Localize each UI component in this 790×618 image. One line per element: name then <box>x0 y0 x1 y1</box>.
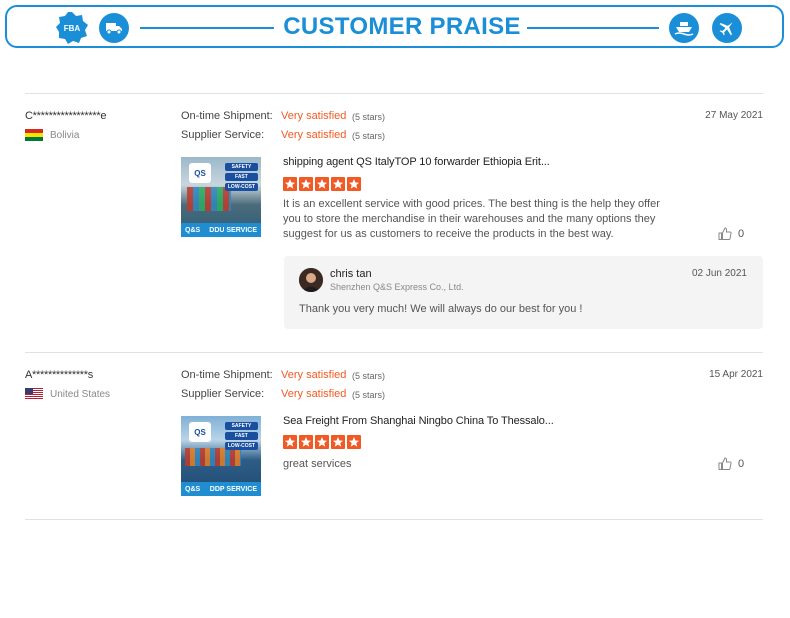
image-tag: LOW-COST <box>224 442 258 450</box>
shipment-value: Very satisfied <box>281 369 347 381</box>
star-rating <box>283 435 361 449</box>
service-label: Supplier Service: <box>181 388 265 400</box>
supplier-reply: chris tan Shenzhen Q&S Express Co., Ltd.… <box>284 256 763 329</box>
star-icon <box>331 435 345 449</box>
banner-left-line <box>140 27 274 29</box>
review-text: It is an excellent service with good pri… <box>283 198 660 240</box>
like-button[interactable]: 0 <box>718 227 744 240</box>
avatar <box>299 268 323 292</box>
qs-logo-icon: QS <box>189 163 211 183</box>
usa-flag-icon <box>25 388 43 400</box>
reviewer-name: C*****************e <box>25 110 107 122</box>
star-icon <box>347 435 361 449</box>
shipment-stars: (5 stars) <box>352 371 386 381</box>
shipment-label: On-time Shipment: <box>181 369 273 381</box>
ship-graphic <box>185 448 241 466</box>
shipment-stars: (5 stars) <box>352 112 386 122</box>
divider <box>25 519 763 520</box>
divider <box>25 93 763 94</box>
like-count: 0 <box>738 227 745 240</box>
product-title-link[interactable]: Sea Freight From Shanghai Ningbo China T… <box>283 415 554 427</box>
image-label-right: DDU SERVICE <box>209 226 257 234</box>
reply-company: Shenzhen Q&S Express Co., Ltd. <box>330 282 464 292</box>
image-label-left: Q&S <box>185 226 201 234</box>
shipment-value: Very satisfied <box>281 110 347 122</box>
bolivia-flag-icon <box>25 129 43 141</box>
service-value: Very satisfied <box>281 129 347 141</box>
country-name: Bolivia <box>50 129 80 141</box>
reviewer-name: A**************s <box>25 369 93 381</box>
star-icon <box>283 435 297 449</box>
star-icon <box>331 177 345 191</box>
star-icon <box>283 177 297 191</box>
review-date: 27 May 2021 <box>705 110 763 121</box>
ship-icon <box>669 13 699 43</box>
reply-author-name: chris tan <box>330 268 372 280</box>
reviewer-country: Bolivia <box>25 129 79 141</box>
thumbs-up-icon <box>718 227 732 240</box>
star-rating <box>283 177 361 191</box>
shipment-label: On-time Shipment: <box>181 110 273 122</box>
customer-praise-banner: FBA CUSTOMER PRAISE <box>5 5 784 48</box>
image-tag: SAFETY <box>224 163 258 171</box>
image-tags: SAFETY FAST LOW-COST <box>224 163 258 191</box>
service-stars: (5 stars) <box>352 390 386 400</box>
image-label-right: DDP SERVICE <box>209 485 257 493</box>
review-item: A**************s United States On-time S… <box>25 369 763 509</box>
star-icon <box>315 435 329 449</box>
fba-icon-text: FBA <box>64 24 81 33</box>
service-label: Supplier Service: <box>181 129 265 141</box>
reply-date: 02 Jun 2021 <box>691 268 747 279</box>
product-image[interactable]: QS SAFETY FAST LOW-COST Q&S DDU SERVICE <box>181 157 261 237</box>
banner-right-line <box>527 27 659 29</box>
country-name: United States <box>50 388 111 400</box>
star-icon <box>315 177 329 191</box>
image-tags: SAFETY FAST LOW-COST <box>224 422 258 450</box>
truck-icon <box>99 13 129 43</box>
reply-text: Thank you very much! We will always do o… <box>299 303 583 315</box>
image-tag: FAST <box>224 432 258 440</box>
product-image[interactable]: QS SAFETY FAST LOW-COST Q&S DDP SERVICE <box>181 416 261 496</box>
image-tag: FAST <box>224 173 258 181</box>
service-stars: (5 stars) <box>352 131 386 141</box>
review-date: 15 Apr 2021 <box>709 369 763 380</box>
review-text: great services <box>283 458 352 470</box>
service-value: Very satisfied <box>281 388 347 400</box>
image-tag: SAFETY <box>224 422 258 430</box>
star-icon <box>347 177 361 191</box>
like-count: 0 <box>738 457 745 470</box>
review-item: C*****************e Bolivia On-time Ship… <box>25 110 763 340</box>
reviewer-country: United States <box>25 388 110 400</box>
image-label: Q&S DDU SERVICE <box>181 223 261 237</box>
star-icon <box>299 177 313 191</box>
divider <box>25 352 763 353</box>
like-button[interactable]: 0 <box>718 457 744 470</box>
image-label: Q&S DDP SERVICE <box>181 482 261 496</box>
star-icon <box>299 435 313 449</box>
thumbs-up-icon <box>718 457 732 470</box>
fba-icon: FBA <box>55 11 89 45</box>
banner-title: CUSTOMER PRAISE <box>283 13 521 40</box>
airplane-icon <box>712 13 742 43</box>
product-title-link[interactable]: shipping agent QS ItalyTOP 10 forwarder … <box>283 156 550 168</box>
qs-logo-icon: QS <box>189 422 211 442</box>
image-label-left: Q&S <box>185 485 201 493</box>
image-tag: LOW-COST <box>224 183 258 191</box>
